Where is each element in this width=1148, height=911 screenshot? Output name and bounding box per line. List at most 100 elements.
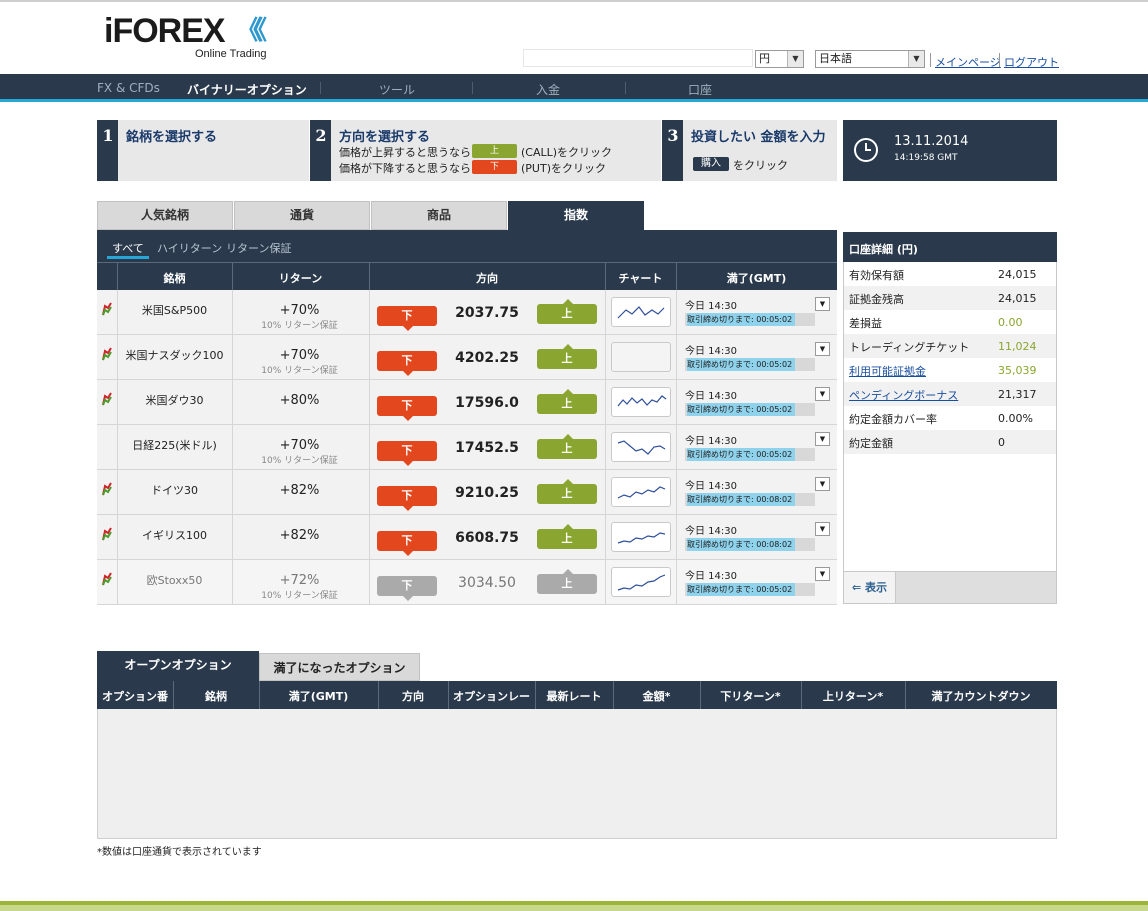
chevron-down-icon[interactable]: ▼ xyxy=(815,297,830,311)
account-label: 有効保有額 xyxy=(849,269,904,282)
options-table-body xyxy=(97,709,1057,839)
main-page-link[interactable]: メインページ xyxy=(935,54,1001,70)
sparkline xyxy=(617,532,666,544)
asset-name[interactable]: 欧Stoxx50 xyxy=(117,572,232,588)
mini-chart[interactable] xyxy=(611,297,671,327)
filter-guaranteed-return[interactable]: リターン保証 xyxy=(226,240,291,256)
chevron-down-icon[interactable]: ▼ xyxy=(815,522,830,536)
filter-all[interactable]: すべて xyxy=(112,240,144,256)
asset-name[interactable]: ドイツ30 xyxy=(117,482,232,498)
tab-indices[interactable]: 指数 xyxy=(508,201,644,230)
put-button[interactable]: 下 xyxy=(377,351,437,376)
call-button[interactable]: 上 xyxy=(537,569,597,594)
account-row-available-margin: 利用可能証拠金 35,039 xyxy=(844,358,1056,382)
sparkline xyxy=(617,395,667,407)
asset-name[interactable]: 米国ナスダック100 xyxy=(117,347,232,363)
asset-price: 2037.75 xyxy=(455,305,519,321)
return-percent: +82% xyxy=(279,528,320,543)
expiry-time: 今日 14:30 xyxy=(685,436,737,447)
call-button[interactable]: 上 xyxy=(537,299,597,324)
mini-chart[interactable] xyxy=(611,477,671,507)
call-button[interactable]: 上 xyxy=(537,434,597,459)
iforex-logo[interactable]: iFOREX 《《 Online Trading xyxy=(104,14,274,64)
cell-divider xyxy=(605,380,606,425)
header-asset: 銘柄 xyxy=(205,690,227,703)
mini-chart[interactable] xyxy=(611,432,671,462)
put-button[interactable]: 下 xyxy=(377,486,437,511)
trend-flag-icon xyxy=(102,392,112,406)
asset-name[interactable]: イギリス100 xyxy=(117,527,232,543)
mini-chart[interactable] xyxy=(611,342,671,372)
call-button[interactable]: 上 xyxy=(537,479,597,504)
account-row-pnl: 差損益 0.00 xyxy=(844,310,1056,334)
expiry-time: 今日 14:30 xyxy=(685,571,737,582)
nav-account[interactable]: 口座 xyxy=(688,81,712,98)
nav-deposit[interactable]: 入金 xyxy=(536,81,560,98)
chevron-down-icon[interactable]: ▼ xyxy=(815,477,830,491)
tab-currency[interactable]: 通貨 xyxy=(234,201,370,230)
asset-name[interactable]: 米国S&P500 xyxy=(117,302,232,318)
account-value: 0.00% xyxy=(998,412,1033,425)
header-direction: 方向 xyxy=(476,272,498,285)
put-button[interactable]: 下 xyxy=(377,306,437,331)
return-cell: +80% xyxy=(232,380,367,408)
asset-price: 4202.25 xyxy=(455,350,519,366)
cell-divider xyxy=(676,335,677,380)
return-percent: +70% xyxy=(279,303,320,318)
show-button[interactable]: ⇐ 表示 xyxy=(844,572,896,603)
step-2-call-text: 価格が上昇すると思うなら xyxy=(339,146,471,159)
call-sample-button: 上 xyxy=(472,144,517,158)
tab-expired-options[interactable]: 満了になったオプション xyxy=(259,653,420,681)
mini-chart[interactable] xyxy=(611,567,671,597)
mini-chart[interactable] xyxy=(611,522,671,552)
put-button[interactable]: 下 xyxy=(377,531,437,556)
cell-divider xyxy=(605,560,606,605)
call-button[interactable]: 上 xyxy=(537,524,597,549)
call-button[interactable]: 上 xyxy=(537,389,597,414)
filter-high-return[interactable]: ハイリターン xyxy=(157,240,222,256)
return-cell: +72% 10% リターン保証 xyxy=(232,560,367,601)
account-value: 0.00 xyxy=(998,316,1023,329)
asset-name[interactable]: 米国ダウ30 xyxy=(117,392,232,408)
language-select[interactable]: 日本語 ▼ xyxy=(815,50,925,68)
tab-commodities[interactable]: 商品 xyxy=(371,201,507,230)
cell-divider xyxy=(369,380,370,425)
return-cell: +70% 10% リターン保証 xyxy=(232,290,367,331)
available-margin-link[interactable]: 利用可能証拠金 xyxy=(849,363,926,379)
put-button[interactable]: 下 xyxy=(377,396,437,421)
expiry-time: 今日 14:30 xyxy=(685,391,737,402)
chevron-down-icon[interactable]: ▼ xyxy=(815,432,830,446)
top-border xyxy=(0,0,1148,2)
tab-popular[interactable]: 人気銘柄 xyxy=(97,201,233,230)
asset-name[interactable]: 日経225(米ドル) xyxy=(117,437,232,453)
nav-fx-cfds[interactable]: FX & CFDs xyxy=(97,81,160,95)
nav-binary-options[interactable]: バイナリーオプション xyxy=(187,81,307,98)
account-label: 証拠金残高 xyxy=(849,293,904,306)
asset-row-nikkei225: 日経225(米ドル) +70% 10% リターン保証 下 17452.5 上 今日… xyxy=(97,425,837,470)
cell-divider xyxy=(605,470,606,515)
trend-flag-icon xyxy=(102,482,112,496)
mini-chart[interactable] xyxy=(611,387,671,417)
header-option-number: オプション番 xyxy=(102,690,168,703)
chevron-down-icon[interactable]: ▼ xyxy=(815,567,830,581)
header-return: リターン xyxy=(278,272,323,285)
asset-row-stoxx50: 欧Stoxx50 +72% 10% リターン保証 下 3034.50 上 今日 1… xyxy=(97,560,837,605)
tab-open-options[interactable]: オープンオプション xyxy=(97,651,259,681)
chevron-down-icon[interactable]: ▼ xyxy=(815,387,830,401)
cell-divider xyxy=(369,335,370,380)
trend-flag-icon xyxy=(102,572,112,586)
cell-divider xyxy=(676,560,677,605)
asset-price: 17596.0 xyxy=(455,395,519,411)
account-panel-title: 口座詳細 (円) xyxy=(843,232,1057,262)
currency-select[interactable]: 円 ▼ xyxy=(755,50,804,68)
chevron-down-icon[interactable]: ▼ xyxy=(815,342,830,356)
pending-bonus-link[interactable]: ペンディングボーナス xyxy=(849,387,958,403)
logout-link[interactable]: ログアウト xyxy=(1004,54,1059,70)
countdown-text: 取引締め切りまで: 00:08:02 xyxy=(687,538,796,551)
put-button[interactable]: 下 xyxy=(377,576,437,601)
call-button[interactable]: 上 xyxy=(537,344,597,369)
nav-tools[interactable]: ツール xyxy=(379,81,415,98)
cell-divider xyxy=(369,290,370,335)
put-button[interactable]: 下 xyxy=(377,441,437,466)
clock-date: 13.11.2014 xyxy=(894,134,969,149)
